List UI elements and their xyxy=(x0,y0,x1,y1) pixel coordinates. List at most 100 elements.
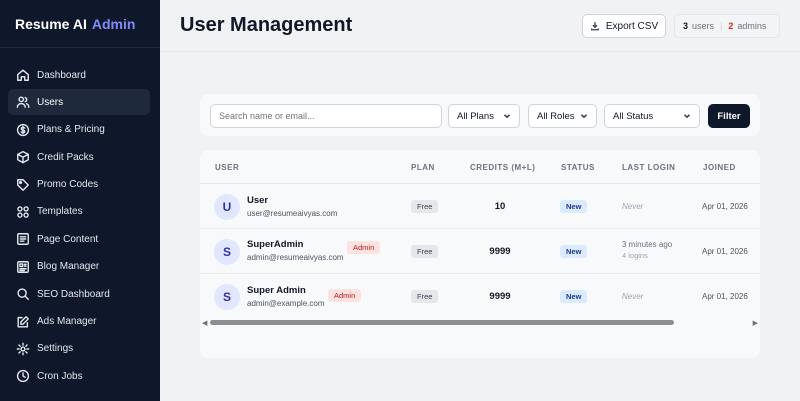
brand-suffix: Admin xyxy=(91,15,136,32)
plan-badge: Free xyxy=(411,290,439,303)
sidebar-item-label: Users xyxy=(37,96,64,108)
export-csv-button[interactable]: Export CSV xyxy=(582,14,666,38)
sidebar-item-label: Dashboard xyxy=(37,69,86,81)
filter-bar: All Plans All Roles All Status Filter xyxy=(200,94,760,136)
box-icon xyxy=(16,150,30,164)
filter-button[interactable]: Filter xyxy=(708,104,750,128)
status-badge: New xyxy=(560,245,588,258)
sidebar-item-label: Credit Packs xyxy=(37,151,94,163)
sidebar-item-label: Page Content xyxy=(37,233,99,245)
table-row[interactable]: S Super Admin admin@example.com Admin Fr… xyxy=(200,274,760,319)
roles-select[interactable]: All Roles xyxy=(528,104,597,128)
dollar-icon xyxy=(16,123,30,137)
joined-date: Apr 01, 2026 xyxy=(702,247,748,256)
admin-role-badge: Admin xyxy=(347,241,381,254)
sidebar-item-cron-jobs[interactable]: Cron Jobs xyxy=(8,363,150,389)
grid-icon xyxy=(16,205,30,219)
joined-date: Apr 01, 2026 xyxy=(702,202,748,211)
sidebar: Resume AI Admin Dashboard Users Plans & … xyxy=(0,0,160,401)
users-count: 3 xyxy=(683,21,689,31)
login-count: 4 logins xyxy=(622,251,648,260)
sidebar-item-label: Templates xyxy=(37,206,83,218)
home-icon xyxy=(16,68,30,82)
status-select-value: All Status xyxy=(613,110,654,122)
scrollbar-track[interactable] xyxy=(210,320,750,325)
credits-value: 10 xyxy=(494,201,506,212)
plan-badge: Free xyxy=(411,200,439,213)
column-header-last-login[interactable]: LAST LOGIN xyxy=(622,163,675,172)
gear-icon xyxy=(16,342,30,356)
brand-logo[interactable]: Resume AI Admin xyxy=(0,0,160,48)
tag-icon xyxy=(16,178,30,192)
main-content: User Management Export CSV 3 users | 2 a… xyxy=(160,0,800,401)
sidebar-item-label: Blog Manager xyxy=(37,261,100,273)
download-icon xyxy=(590,22,599,31)
admin-role-badge: Admin xyxy=(328,289,362,302)
page-title: User Management xyxy=(180,14,353,36)
scrollbar-thumb[interactable] xyxy=(210,320,675,325)
admins-count: 2 xyxy=(728,21,734,31)
user-counts-badge: 3 users | 2 admins xyxy=(674,14,780,38)
sidebar-item-blog-manager[interactable]: Blog Manager xyxy=(8,254,150,280)
sidebar-item-seo-dashboard[interactable]: SEO Dashboard xyxy=(8,281,150,307)
user-email: admin@resumeaivyas.com xyxy=(247,253,344,262)
sidebar-item-promo-codes[interactable]: Promo Codes xyxy=(8,172,150,198)
sidebar-item-plans-pricing[interactable]: Plans & Pricing xyxy=(8,117,150,143)
search-icon xyxy=(16,287,30,301)
scroll-left-icon[interactable]: ◀ xyxy=(202,319,207,327)
column-header-credits[interactable]: CREDITS (M+L) xyxy=(470,163,535,172)
sidebar-item-credit-packs[interactable]: Credit Packs xyxy=(8,144,150,170)
users-table: USER PLAN CREDITS (M+L) STATUS LAST LOGI… xyxy=(200,150,760,358)
credits-value: 9999 xyxy=(489,291,511,302)
admins-count-label: admins xyxy=(737,21,767,31)
avatar: S xyxy=(214,239,240,265)
chevron-down-icon xyxy=(683,112,691,120)
plan-badge: Free xyxy=(411,245,439,258)
sidebar-item-label: Cron Jobs xyxy=(37,370,83,382)
edit-icon xyxy=(16,315,30,329)
sidebar-item-label: Settings xyxy=(37,343,74,355)
table-header: USER PLAN CREDITS (M+L) STATUS LAST LOGI… xyxy=(200,150,760,184)
search-input[interactable] xyxy=(210,104,442,128)
sidebar-item-settings[interactable]: Settings xyxy=(8,336,150,362)
column-header-joined[interactable]: JOINED xyxy=(703,163,736,172)
column-header-user[interactable]: USER xyxy=(215,163,239,172)
sidebar-item-dashboard[interactable]: Dashboard xyxy=(8,62,150,88)
page-header: User Management Export CSV 3 users | 2 a… xyxy=(160,0,800,52)
users-count-label: users xyxy=(692,21,715,31)
sidebar-item-page-content[interactable]: Page Content xyxy=(8,226,150,252)
column-header-plan[interactable]: PLAN xyxy=(411,163,435,172)
chevron-down-icon xyxy=(580,112,588,120)
user-email: user@resumeaivyas.com xyxy=(247,209,338,218)
horizontal-scrollbar[interactable]: ◀ ▶ xyxy=(200,318,760,328)
clock-icon xyxy=(16,369,30,383)
sidebar-nav: Dashboard Users Plans & Pricing Credit P… xyxy=(0,48,160,389)
roles-select-value: All Roles xyxy=(537,110,575,122)
chevron-down-icon xyxy=(503,112,511,120)
last-login: 3 minutes ago xyxy=(622,240,673,249)
page-icon xyxy=(16,232,30,246)
column-header-status[interactable]: STATUS xyxy=(561,163,595,172)
scroll-right-icon[interactable]: ▶ xyxy=(753,319,758,327)
sidebar-item-templates[interactable]: Templates xyxy=(8,199,150,225)
status-select[interactable]: All Status xyxy=(604,104,700,128)
counts-divider: | xyxy=(720,21,723,31)
plans-select[interactable]: All Plans xyxy=(448,104,520,128)
table-row[interactable]: U User user@resumeaivyas.com Free 10 New… xyxy=(200,184,760,229)
user-email: admin@example.com xyxy=(247,299,325,308)
sidebar-item-label: Ads Manager xyxy=(37,316,97,328)
sidebar-item-ads-manager[interactable]: Ads Manager xyxy=(8,309,150,335)
export-csv-label: Export CSV xyxy=(605,20,659,32)
avatar: S xyxy=(214,284,240,310)
last-login: Never xyxy=(622,202,644,211)
joined-date: Apr 01, 2026 xyxy=(702,292,748,301)
sidebar-item-label: SEO Dashboard xyxy=(37,288,110,300)
user-name: Super Admin xyxy=(247,285,306,296)
sidebar-item-label: Plans & Pricing xyxy=(37,124,105,136)
credits-value: 9999 xyxy=(489,246,511,257)
sidebar-item-users[interactable]: Users xyxy=(8,89,150,116)
user-name: User xyxy=(247,195,269,206)
users-icon xyxy=(16,95,30,109)
table-row[interactable]: S SuperAdmin admin@resumeaivyas.com Admi… xyxy=(200,229,760,274)
user-name: SuperAdmin xyxy=(247,239,304,250)
